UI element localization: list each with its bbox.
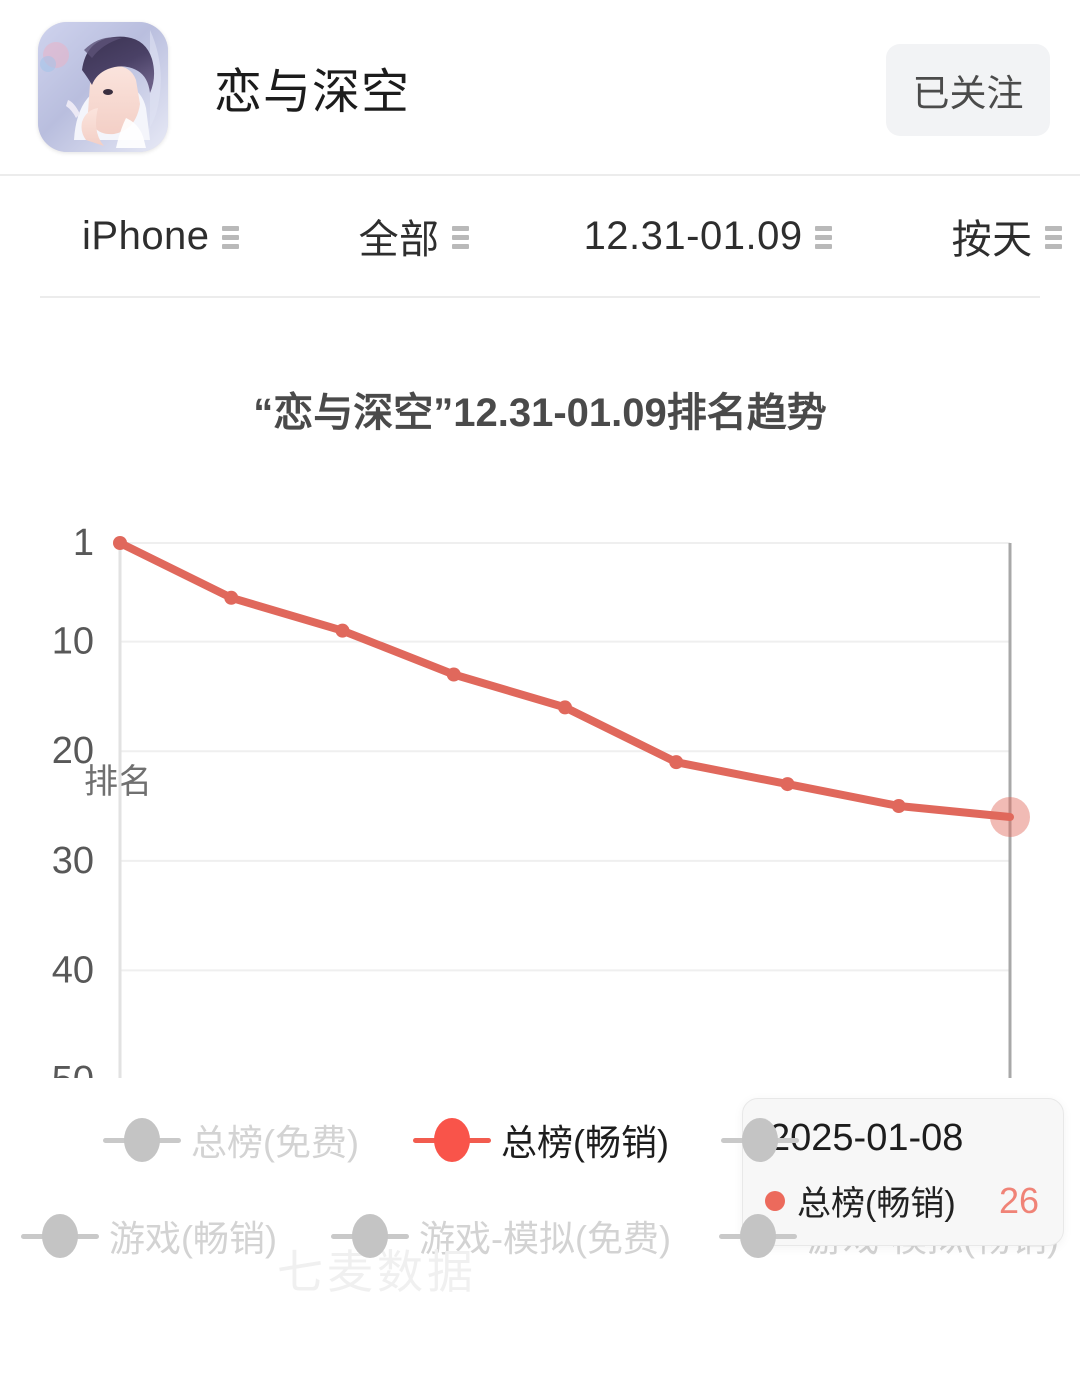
- data-point-highlighted[interactable]: [990, 796, 1030, 837]
- legend-label: 游戏(畅销): [109, 1218, 278, 1259]
- app-icon-anime-character[interactable]: [38, 22, 168, 152]
- rank-trend-chart: “恋与深空”12.31-01.09排名趋势 排名 1102030405012-3…: [0, 298, 1080, 1298]
- legend-item-total-free[interactable]: 总榜(免费): [103, 1114, 359, 1166]
- data-point[interactable]: [335, 623, 350, 638]
- filter-category-label: 全部: [358, 218, 440, 262]
- data-point[interactable]: [224, 590, 239, 605]
- app-title: 恋与深空: [214, 66, 411, 119]
- y-axis-tick: 30: [52, 840, 94, 882]
- legend-marker-icon: [21, 1214, 100, 1258]
- filter-device-label: iPhone: [82, 213, 210, 258]
- filter-category[interactable]: 全部: [359, 207, 469, 265]
- data-point[interactable]: [558, 700, 572, 715]
- filter-device[interactable]: iPhone: [82, 214, 239, 259]
- bars-icon: [451, 223, 469, 249]
- tooltip-value: 26: [998, 1179, 1039, 1221]
- legend-label: 总榜(免费): [191, 1122, 359, 1163]
- data-point[interactable]: [891, 799, 906, 814]
- tooltip-date: 2025-01-08: [769, 1117, 964, 1159]
- tooltip-series-row: 总榜(畅销) 26: [765, 1176, 1041, 1225]
- legend-marker-icon: [718, 1214, 797, 1258]
- legend-label: 总榜(畅销): [501, 1122, 669, 1163]
- data-point[interactable]: [780, 777, 795, 792]
- bars-icon: [221, 223, 239, 249]
- tooltip-series-label: 总榜(畅销): [797, 1185, 956, 1223]
- y-axis-tick: 40: [52, 949, 94, 991]
- legend-item-total-grossing[interactable]: 总榜(畅销): [413, 1114, 669, 1166]
- bars-icon: [814, 223, 832, 249]
- filter-date-range-label: 12.31-01.09: [583, 213, 803, 258]
- data-point[interactable]: [669, 755, 684, 770]
- legend-item-games-simulation-free[interactable]: 游戏-模拟(免费): [331, 1210, 671, 1262]
- follow-button[interactable]: 已关注: [886, 44, 1050, 136]
- filter-date-range[interactable]: 12.31-01.09: [584, 214, 832, 259]
- app-header: 恋与深空 已关注: [0, 0, 1080, 176]
- legend-label: 游戏-模拟(免费): [419, 1218, 671, 1259]
- chart-plot-area[interactable]: 1102030405012-3101-0201-0401-0601-08: [0, 298, 1080, 1078]
- y-axis-tick: 10: [52, 621, 94, 663]
- y-axis-tick: 20: [52, 730, 94, 772]
- legend-marker-icon: [103, 1118, 182, 1162]
- series-dot-icon: [765, 1190, 785, 1211]
- data-point[interactable]: [113, 536, 127, 550]
- filter-granularity[interactable]: 按天: [952, 207, 1062, 265]
- filter-bar: iPhone 全部 12.31-01.09 按天: [40, 176, 1062, 298]
- legend-marker-icon: [720, 1118, 799, 1162]
- legend-marker-icon: [413, 1118, 491, 1162]
- y-axis-tick: 1: [73, 522, 94, 564]
- legend-item-games-grossing[interactable]: 游戏(畅销): [21, 1210, 277, 1262]
- filter-granularity-label: 按天: [951, 218, 1033, 262]
- bars-icon: [1044, 223, 1062, 249]
- y-axis-tick: 50: [52, 1059, 94, 1078]
- legend-marker-icon: [331, 1214, 410, 1258]
- data-point[interactable]: [446, 667, 461, 682]
